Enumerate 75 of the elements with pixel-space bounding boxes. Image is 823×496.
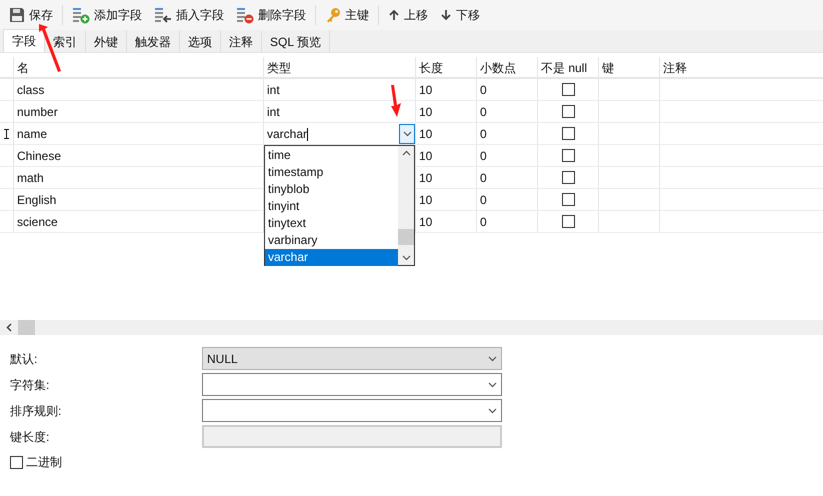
table-cell: English — [13, 189, 263, 210]
column-header: 不是 null — [537, 57, 598, 77]
chevron-up-icon — [402, 150, 410, 156]
tab[interactable]: 字段 — [3, 29, 45, 52]
scrollbar-thumb[interactable] — [398, 229, 414, 245]
table-cell: number — [13, 101, 263, 122]
table-cell: 0 — [476, 211, 537, 232]
dropdown-option[interactable]: varbinary — [265, 232, 398, 249]
checkbox[interactable] — [562, 215, 574, 228]
scrollbar-thumb[interactable] — [18, 320, 35, 335]
table-cell: 0 — [476, 123, 537, 144]
table-cell: 10 — [415, 79, 476, 100]
table-cell: 0 — [476, 189, 537, 210]
toolbar-button[interactable]: 删除字段 — [233, 3, 309, 27]
column-header: 长度 — [415, 57, 476, 77]
toolbar-button[interactable]: 插入字段 — [151, 3, 227, 27]
table-cell: class — [13, 79, 263, 100]
column-header: 键 — [598, 57, 659, 77]
chevron-down-icon — [402, 130, 412, 136]
checkbox[interactable] — [562, 171, 574, 184]
field-label: 字符集: — [10, 376, 50, 394]
checkbox-label: 二进制 — [26, 454, 62, 471]
table-cell: 10 — [415, 101, 476, 122]
text-cursor-icon — [4, 128, 9, 138]
field-label: 键长度: — [10, 428, 50, 446]
table-cell: name — [13, 123, 263, 144]
column-header: 类型 — [263, 57, 415, 77]
select-field[interactable] — [202, 399, 502, 422]
checkbox[interactable] — [562, 83, 574, 96]
toolbar-button[interactable]: 上移 — [385, 3, 431, 27]
table-cell: 0 — [476, 167, 537, 188]
select-field[interactable] — [202, 373, 502, 396]
dropdown-option[interactable]: tinytext — [265, 215, 398, 232]
scrollbar[interactable] — [398, 146, 414, 265]
checkbox[interactable] — [562, 193, 574, 206]
checkbox[interactable] — [562, 149, 574, 162]
table-cell: science — [13, 211, 263, 232]
dropdown-option[interactable]: timestamp — [265, 164, 398, 181]
dropdown-option[interactable]: tinyblob — [265, 181, 398, 198]
dropdown-option[interactable]: tinyint — [265, 198, 398, 215]
add-field-icon — [72, 6, 90, 24]
chevron-down-icon — [488, 408, 497, 414]
chevron-left-icon — [6, 323, 12, 332]
delete-field-icon — [236, 6, 254, 24]
table-cell: math — [13, 167, 263, 188]
checkbox[interactable] — [562, 105, 574, 118]
checkbox[interactable] — [562, 127, 574, 140]
field-label: 排序规则: — [10, 402, 62, 420]
table-cell: 10 — [415, 123, 476, 144]
chevron-down-icon — [488, 356, 497, 362]
toolbar-button[interactable]: 下移 — [437, 3, 483, 27]
column-header: 注释 — [659, 57, 823, 77]
up-arrow-icon — [388, 9, 400, 21]
toolbar-button[interactable]: 保存 — [6, 3, 56, 27]
table-cell: Chinese — [13, 145, 263, 166]
field-label: 默认: — [10, 350, 38, 368]
table-cell: 0 — [476, 79, 537, 100]
toolbar-button[interactable]: 添加字段 — [69, 3, 145, 27]
dropdown-option[interactable]: time — [265, 147, 398, 164]
toolbar-button[interactable]: 主键 — [322, 3, 372, 27]
select-field[interactable]: NULL — [202, 347, 502, 370]
table-cell: 0 — [476, 101, 537, 122]
dropdown-option[interactable]: varchar — [265, 249, 398, 266]
dropdown-toggle[interactable] — [399, 124, 415, 144]
chevron-down-icon — [488, 382, 497, 388]
horizontal-scrollbar[interactable] — [0, 320, 823, 335]
table-cell: 0 — [476, 145, 537, 166]
column-header: 小数点 — [476, 57, 537, 77]
type-combo[interactable]: varchar — [263, 123, 415, 144]
chevron-down-icon — [402, 255, 410, 261]
down-arrow-icon — [440, 9, 452, 21]
insert-field-icon — [154, 6, 172, 24]
key-icon — [325, 7, 341, 23]
annotation-arrow — [388, 85, 404, 117]
checkbox[interactable] — [10, 456, 23, 468]
